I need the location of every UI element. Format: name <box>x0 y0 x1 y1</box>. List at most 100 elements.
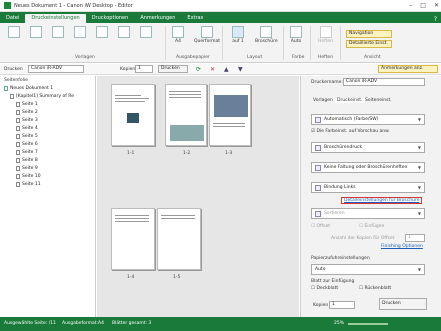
show-annotations-button[interactable]: Anmerkungen anz. <box>378 65 438 73</box>
minimize-button[interactable]: – <box>409 2 412 9</box>
tree-chapter[interactable]: [Kapitel1] Summary of Re <box>10 94 74 99</box>
offset-copies-input[interactable]: 1 <box>405 234 425 242</box>
template-7-button[interactable] <box>140 26 152 39</box>
offset-copies-label: Anzahl der Kopien für Offset <box>331 236 395 241</box>
zoom-slider[interactable] <box>348 323 388 325</box>
preview-color-checkbox[interactable]: ☑ Die Farbeinst. auf Vorschau anw. <box>311 129 390 134</box>
thumb-1-1[interactable] <box>111 84 155 146</box>
pages-per-sheet-button[interactable]: auf 1 <box>232 26 244 44</box>
color-button[interactable]: Auto <box>290 26 302 44</box>
tab-druckoptionen[interactable]: Druckoptionen <box>86 14 135 23</box>
move-down-icon[interactable]: ▼ <box>238 66 243 73</box>
close-button[interactable]: ✕ <box>434 2 439 9</box>
booklet-detail-link[interactable]: Detaileinstellungen für Broschüre <box>341 197 423 204</box>
thumb-1-4[interactable] <box>111 208 155 270</box>
page-icon <box>16 158 20 163</box>
copies-label: Kopien <box>313 303 329 308</box>
fold-select[interactable]: Keine Faltung oder Broschürenheften ▼ <box>311 162 425 173</box>
back-checkbox[interactable]: ☐ Rückenblatt <box>359 286 391 291</box>
copies-input[interactable]: 1 <box>135 65 153 73</box>
photo-image <box>170 125 204 141</box>
tree-page[interactable]: Seite 11 <box>16 182 41 187</box>
tab-extras[interactable]: Extras <box>181 14 209 23</box>
template-6-button[interactable] <box>118 26 130 39</box>
delete-icon[interactable]: ✕ <box>210 66 215 73</box>
group-ansicht: Ansicht <box>364 55 381 60</box>
print-button[interactable]: Drucken <box>158 65 188 73</box>
printer-select[interactable]: Canon iR-ADV <box>28 65 84 73</box>
tree-page[interactable]: Seite 7 <box>16 150 38 155</box>
tree-page[interactable]: Seite 2 <box>16 110 38 115</box>
color-mode-select[interactable]: Automatisch (Farbe/SW) ▼ <box>311 114 425 125</box>
tree-page-label: Seite 7 <box>22 150 38 155</box>
tree-page-label: Seite 3 <box>22 118 38 123</box>
sheets-total-status: Blätter gesamt: 3 <box>112 321 152 326</box>
help-icon[interactable]: ? <box>434 16 437 23</box>
booklet-button[interactable]: Broschüre <box>255 26 278 44</box>
tab-druckeinstellungen[interactable]: Druckeinstellungen <box>25 14 86 23</box>
tab-anmerkungen[interactable]: Anmerkungen <box>134 14 181 23</box>
tab-druckeinst[interactable]: Druckeinst. <box>335 98 365 103</box>
refresh-icon[interactable]: ⟳ <box>196 66 201 73</box>
group-vorlagen: Vorlagen <box>75 55 95 60</box>
tree-page[interactable]: Seite 1 <box>16 102 38 107</box>
copies-label: Kopien <box>120 67 136 72</box>
insert-sheet-label: Blatt zur Einfügung <box>311 279 355 284</box>
maximize-button[interactable]: □ <box>420 2 426 9</box>
paper-source-select[interactable]: Auto ▼ <box>311 264 425 275</box>
tree-page-label: Seite 1 <box>22 102 38 107</box>
copies-input[interactable]: 1 <box>329 301 355 309</box>
tree-page[interactable]: Seite 3 <box>16 118 38 123</box>
page-icon <box>16 134 20 139</box>
tree-page[interactable]: Seite 10 <box>16 174 41 179</box>
finishing-options-link[interactable]: Finishing Optionen <box>381 244 423 249</box>
tree-page[interactable]: Seite 5 <box>16 134 38 139</box>
orientation-button[interactable]: Querformat <box>194 26 220 44</box>
move-up-icon[interactable]: ▲ <box>224 66 229 73</box>
photo-image <box>214 95 248 117</box>
tree-page-label: Seite 4 <box>22 126 38 131</box>
tree-page[interactable]: Seite 8 <box>16 158 38 163</box>
thumb-label: 1-1 <box>127 151 135 156</box>
template-5-button[interactable] <box>96 26 108 39</box>
cover-checkbox[interactable]: ☐ Deckblatt <box>311 286 338 291</box>
template-3-button[interactable] <box>52 26 64 39</box>
offset-checkbox[interactable]: ☐ Offset <box>311 224 330 229</box>
printer-name-select[interactable]: Canon iR-ADV <box>343 78 425 86</box>
navigation-toggle[interactable]: Navigation <box>346 30 392 38</box>
paper-size-button[interactable]: A4 <box>172 26 184 44</box>
booklet-select[interactable]: Broschürendruck ▼ <box>311 142 425 153</box>
tab-datei[interactable]: Datei <box>0 14 25 23</box>
tree-page-label: Seite 11 <box>22 182 41 187</box>
tree-page[interactable]: Seite 9 <box>16 166 38 171</box>
thumb-label: 1-3 <box>225 151 233 156</box>
thumb-1-5[interactable] <box>157 208 201 270</box>
template-4-button[interactable] <box>74 26 86 39</box>
selected-page-status: Ausgewählte Seite: /11 <box>4 321 57 326</box>
tab-vorlagen[interactable]: Vorlagen <box>313 98 333 103</box>
template-1-button[interactable] <box>8 26 20 39</box>
thumb-1-2[interactable] <box>165 84 207 146</box>
binding-select[interactable]: Bindung Links ▼ <box>311 182 425 193</box>
group-farbe: Farbe <box>292 55 305 60</box>
thumb-label: 1-2 <box>183 151 191 156</box>
print-main-button[interactable]: Drucken <box>379 298 427 310</box>
title-bar: Neues Dokument 1 - Canon iW Desktop - Ed… <box>0 0 441 12</box>
detail-settings-toggle[interactable]: Detaillierte Einst. <box>346 40 392 48</box>
template-2-button[interactable] <box>30 26 42 39</box>
page-icon <box>16 182 20 187</box>
output-format-status: Ausgabeformat:A4 <box>62 321 104 326</box>
thumb-1-3[interactable] <box>209 84 251 146</box>
printer-name-label: Druckername: <box>311 80 343 85</box>
tree-document[interactable]: Neues Dokument 1 <box>4 86 53 91</box>
tree-page-label: Seite 8 <box>22 158 38 163</box>
tree-page-label: Seite 6 <box>22 142 38 147</box>
tree-page[interactable]: Seite 6 <box>16 142 38 147</box>
page-icon <box>16 142 20 147</box>
tab-seiteneinst[interactable]: Seiteneinst. <box>365 98 392 103</box>
quick-print-bar: Drucken Canon iR-ADV Kopien 1 Drucken ⟳ … <box>0 64 441 75</box>
staple-button[interactable]: Heften <box>318 26 333 44</box>
insert-checkbox[interactable]: ☐ Einfügen <box>359 224 384 229</box>
tree-page[interactable]: Seite 4 <box>16 126 38 131</box>
sort-select[interactable]: Sortieren ▼ <box>311 208 425 219</box>
